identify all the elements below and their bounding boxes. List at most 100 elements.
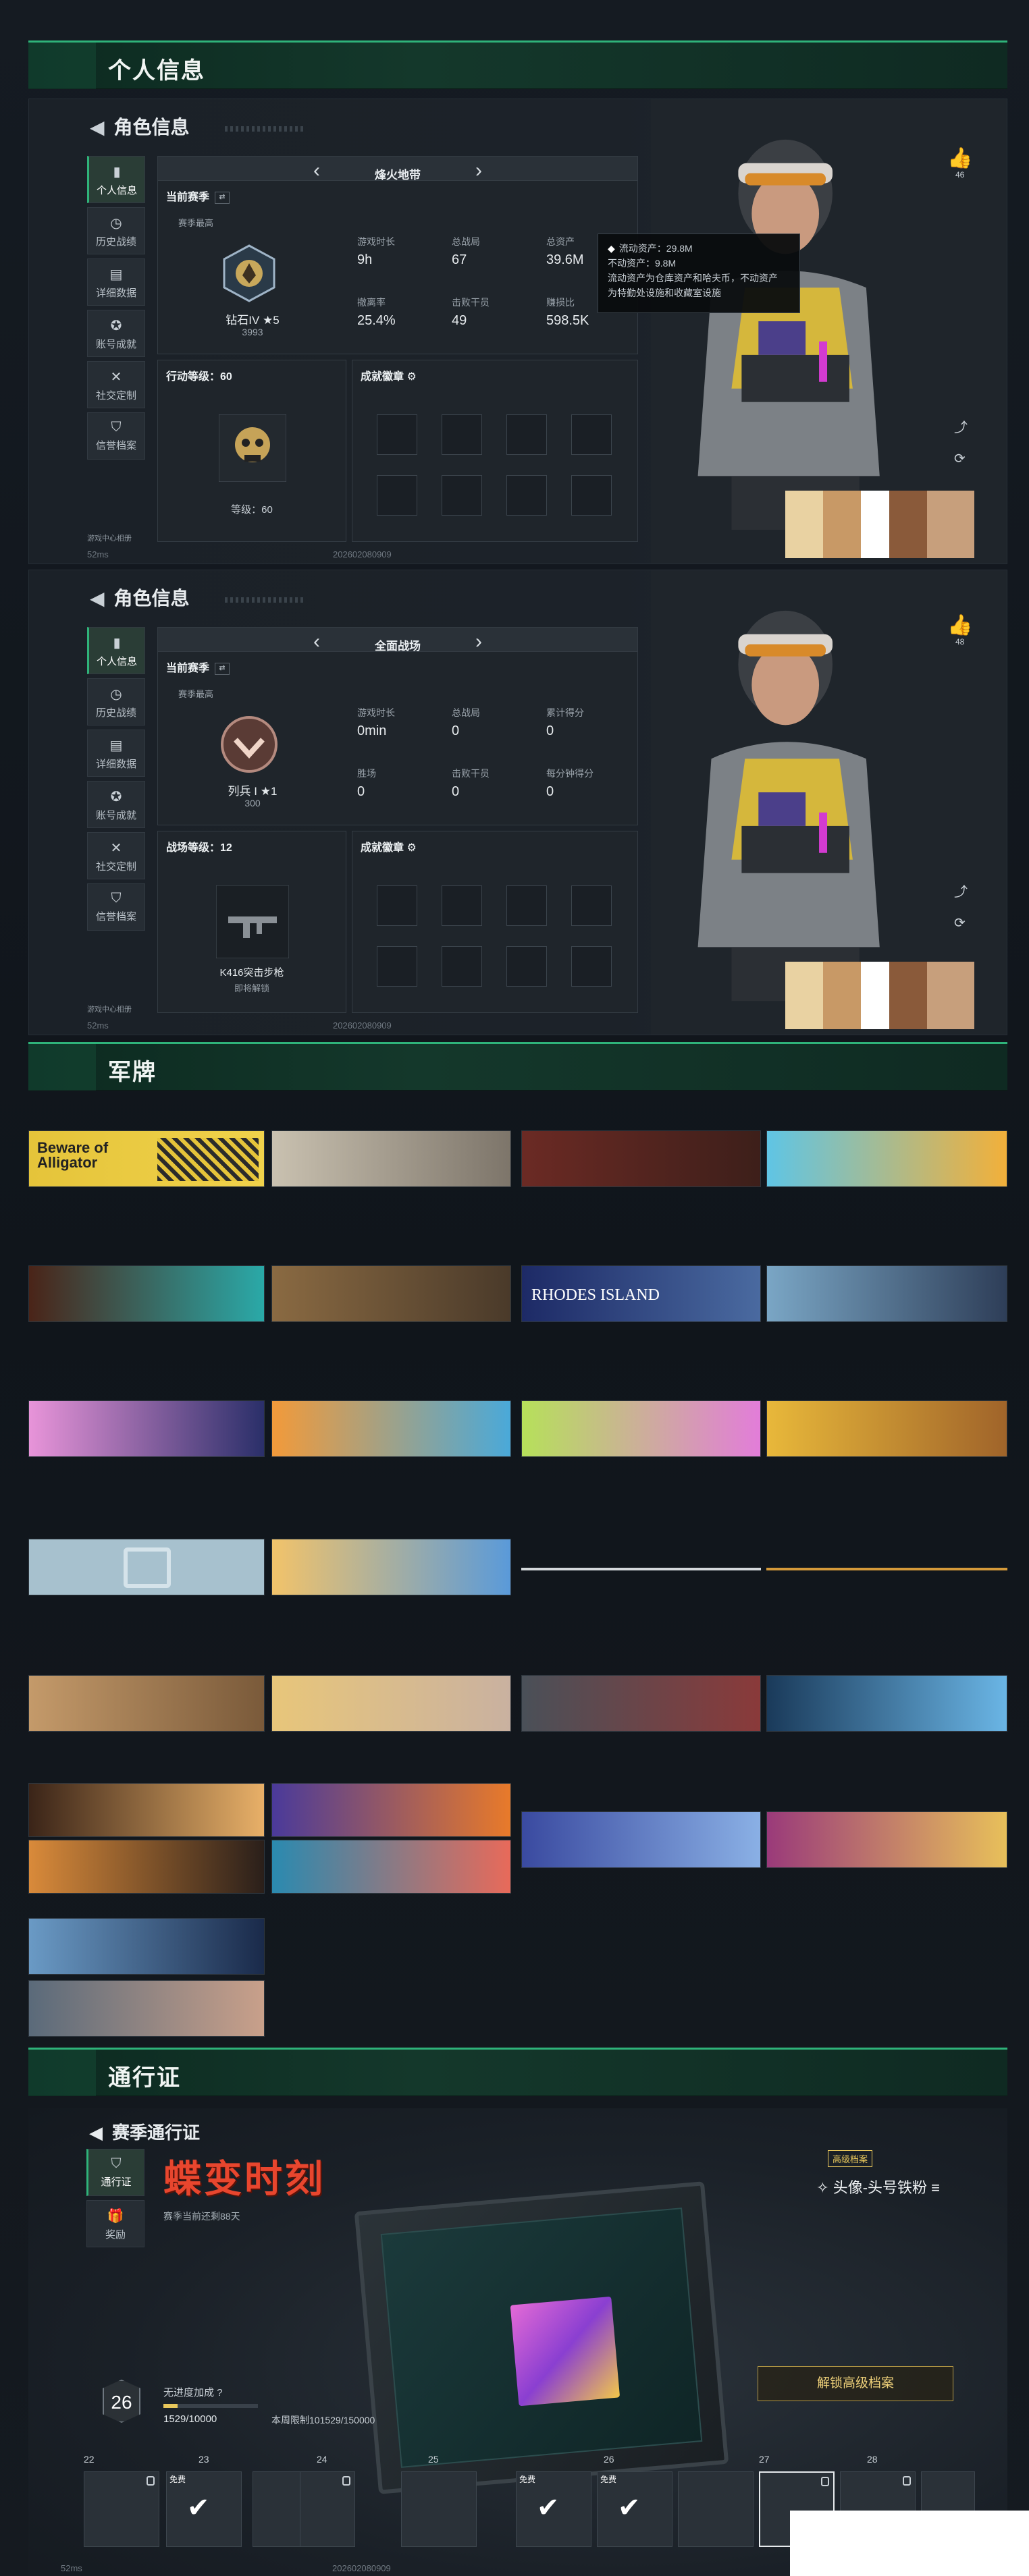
nav-credit[interactable]: ⛉ 信誉档案 (87, 412, 145, 460)
refresh-icon[interactable]: ⟳ (954, 450, 966, 467)
reward-item-free[interactable]: 免费 ✔ (597, 2471, 672, 2547)
nav-achievement[interactable]: ✪ 账号成就 (87, 310, 145, 357)
nav-details[interactable]: ▤ 详细数据 (87, 258, 145, 306)
badge-slot[interactable] (377, 885, 417, 926)
gear-icon[interactable]: ⚙ (406, 842, 416, 854)
nav-pass[interactable]: ⛉ 通行证 (86, 2149, 144, 2196)
badge-slot[interactable] (506, 475, 547, 516)
back-button[interactable]: ◀ 角色信息 (90, 113, 190, 140)
plate-card-rhodes[interactable]: RHODES ISLAND (521, 1265, 761, 1322)
badge-slot[interactable] (377, 475, 417, 516)
plate-card[interactable] (28, 1980, 265, 2037)
plate-card[interactable] (766, 1675, 1007, 1732)
like-count: 48 (955, 637, 965, 647)
plate-card-logo[interactable] (28, 1539, 265, 1595)
plate-card[interactable] (28, 1918, 265, 1975)
thumbs-up-icon: 👍 (947, 614, 973, 636)
badge-slot[interactable] (571, 885, 612, 926)
plate-card[interactable] (766, 1130, 1007, 1187)
plate-card[interactable] (521, 1811, 761, 1868)
reward-item-tank[interactable] (84, 2471, 159, 2547)
badge-slot[interactable] (506, 885, 547, 926)
plate-card[interactable] (28, 1265, 265, 1322)
nav-personal[interactable]: ▮ 个人信息 (87, 627, 145, 674)
list-icon[interactable]: ≡ (931, 2179, 940, 2196)
plate-card[interactable] (28, 1675, 265, 1732)
lock-icon (821, 2477, 829, 2486)
nav-achievement[interactable]: ✪ 账号成就 (87, 781, 145, 828)
nav-details[interactable]: ▤ 详细数据 (87, 730, 145, 777)
plate-card[interactable] (521, 1675, 761, 1732)
rifle-icon (216, 885, 289, 958)
plate-card[interactable] (271, 1400, 511, 1457)
nav-personal[interactable]: ▮ 个人信息 (87, 156, 145, 203)
season-box: 当前赛季 ⇄ 赛季最高 钻石IV ★5 3993 游戏时长 9h 总战局 67 总资产… (157, 180, 638, 354)
side-nav: ▮ 个人信息 ◷ 历史战绩 ▤ 详细数据 ✪ 账号成就 ✕ 社交定制 ⛉ 信誉档案 (87, 156, 145, 464)
stat-matches: 总战局 0 (452, 706, 546, 739)
unlock-premium-button[interactable]: 解锁高级档案 (758, 2366, 953, 2401)
badge-slot[interactable] (377, 946, 417, 987)
nav-social[interactable]: ✕ 社交定制 (87, 832, 145, 879)
badge-slot[interactable] (442, 414, 482, 455)
plate-card-alligator[interactable]: Beware of Alligator (28, 1130, 265, 1187)
badge-slot[interactable] (442, 885, 482, 926)
level-tick: 28 (867, 2454, 878, 2465)
plate-card[interactable] (766, 1400, 1007, 1457)
back-button[interactable]: ◀ 赛季通行证 (89, 2119, 200, 2144)
plate-card[interactable] (521, 1400, 761, 1457)
like-button[interactable]: 👍 46 (947, 146, 972, 180)
check-icon: ✔ (537, 2493, 560, 2523)
next-mode-icon[interactable]: › (475, 159, 482, 182)
refresh-icon[interactable]: ⟳ (954, 914, 966, 931)
like-button[interactable]: 👍 48 (947, 613, 972, 647)
plate-card[interactable] (271, 1265, 511, 1322)
gear-icon[interactable]: ⚙ (406, 371, 416, 383)
plate-card[interactable] (271, 1539, 511, 1595)
swap-icon[interactable]: ⇄ (215, 191, 230, 204)
share-icon[interactable]: ⤴ (954, 416, 968, 436)
status-text: 游戏中心相册 (87, 1006, 132, 1014)
next-mode-icon[interactable]: › (475, 630, 482, 653)
badge-slot[interactable] (442, 946, 482, 987)
lock-icon (342, 2476, 350, 2486)
plate-card[interactable] (521, 1130, 761, 1187)
back-button[interactable]: ◀ 角色信息 (90, 584, 190, 611)
badge-slot[interactable] (571, 946, 612, 987)
nav-rewards[interactable]: 🎁 奖励 (86, 2200, 144, 2247)
plate-card[interactable] (28, 1783, 265, 1837)
plate-card[interactable] (271, 1130, 511, 1187)
nav-social[interactable]: ✕ 社交定制 (87, 361, 145, 408)
reward-item-free[interactable]: 免费 ✔ (166, 2471, 242, 2547)
reward-item[interactable] (678, 2471, 754, 2547)
nav-history[interactable]: ◷ 历史战绩 (87, 207, 145, 254)
level-badge: 26 (103, 2380, 140, 2423)
swap-icon[interactable]: ⇄ (215, 662, 230, 675)
header-mark (28, 43, 96, 89)
badge-slot[interactable] (571, 475, 612, 516)
plate-card[interactable] (766, 1811, 1007, 1868)
badge-slot[interactable] (506, 946, 547, 987)
share-icon[interactable]: ⤴ (954, 881, 968, 900)
nav-history[interactable]: ◷ 历史战绩 (87, 678, 145, 725)
badge-slot[interactable] (571, 414, 612, 455)
help-icon[interactable]: ? (217, 2387, 222, 2399)
badge-slot[interactable] (442, 475, 482, 516)
plate-card[interactable] (271, 1675, 511, 1732)
reward-item-pistol[interactable] (401, 2471, 477, 2547)
badge-slot[interactable] (377, 414, 417, 455)
stat-total-score: 累计得分 0 (546, 706, 641, 739)
nav-label: 个人信息 (96, 656, 137, 667)
plate-card[interactable] (28, 1400, 265, 1457)
plate-card[interactable] (766, 1265, 1007, 1322)
reward-item-free[interactable]: 免费 ✔ (516, 2471, 591, 2547)
action-level-box: 行动等级：60 等级：60 (157, 360, 346, 542)
signal-text: 52ms (61, 2563, 82, 2573)
plate-card[interactable] (271, 1783, 511, 1837)
badge-slot[interactable] (506, 414, 547, 455)
stat-kills: 击败干员 0 (452, 767, 546, 800)
reward-item[interactable] (300, 2471, 355, 2547)
plate-card[interactable] (271, 1840, 511, 1894)
plate-card[interactable] (28, 1840, 265, 1894)
tooltip-fixed: 不动资产：9.8M (608, 258, 677, 269)
nav-credit[interactable]: ⛉ 信誉档案 (87, 883, 145, 931)
